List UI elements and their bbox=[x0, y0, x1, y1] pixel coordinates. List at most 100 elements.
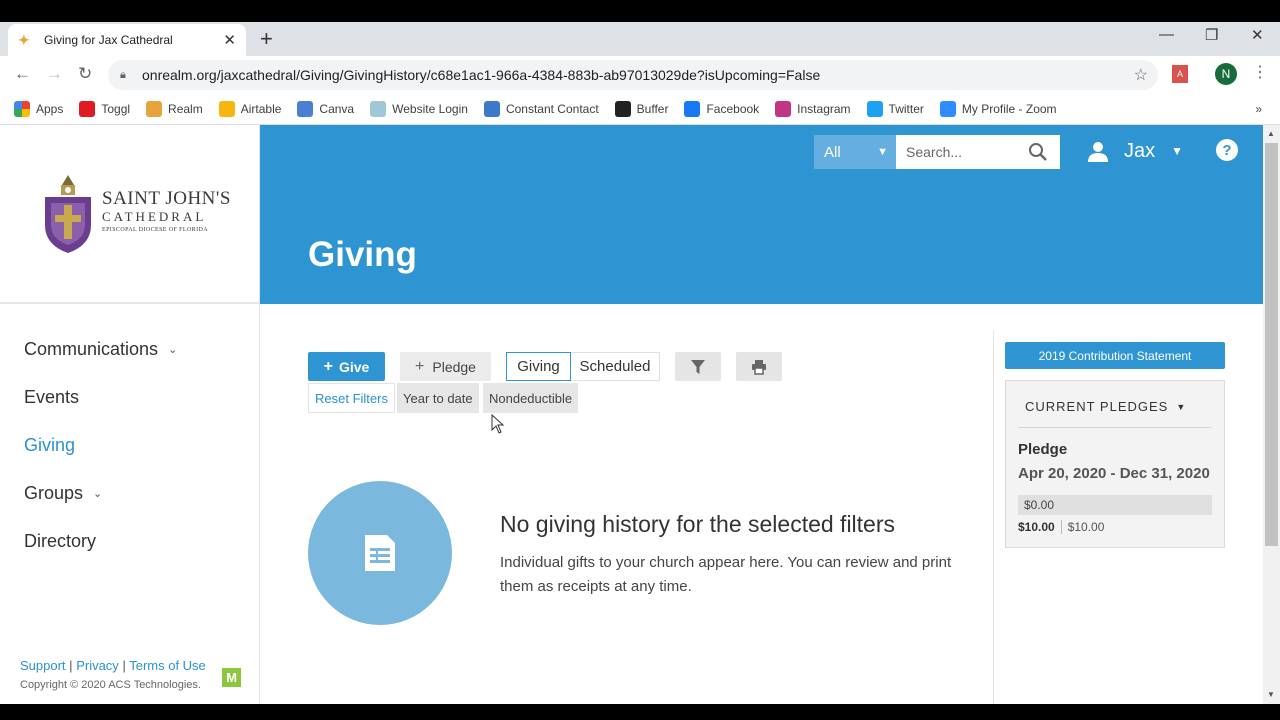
page-title: Giving bbox=[308, 235, 417, 274]
logo-line-2: CATHEDRAL bbox=[102, 209, 207, 224]
privacy-link[interactable]: Privacy bbox=[76, 658, 119, 673]
view-toggle: Giving Scheduled bbox=[506, 352, 660, 381]
minimize-icon[interactable]: — bbox=[1159, 26, 1174, 43]
chevron-down-icon: ▼ bbox=[877, 146, 888, 158]
buffer-icon bbox=[614, 101, 631, 117]
pledge-given-amount: $0.00 bbox=[1024, 498, 1055, 512]
church-logo[interactable]: SAINT JOHN'S CATHEDRAL EPISCOPAL DIOCESE… bbox=[0, 125, 260, 304]
chevron-down-icon: ▼ bbox=[1171, 144, 1184, 158]
bookmark-realm[interactable]: Realm bbox=[146, 101, 203, 117]
help-icon[interactable]: ? bbox=[1216, 139, 1238, 161]
footer-separator: | bbox=[69, 658, 73, 673]
restore-icon[interactable]: ❐ bbox=[1205, 26, 1218, 44]
footer-separator: | bbox=[122, 658, 126, 673]
plus-icon: + bbox=[323, 357, 333, 375]
user-menu[interactable]: Jax ▼ bbox=[1086, 139, 1183, 163]
sidebar-nav: Communications ⌄ Events Giving Groups ⌄ Direct… bbox=[24, 325, 177, 565]
pledge-progress-bar: $0.00 bbox=[1018, 495, 1212, 515]
address-bar[interactable]: 🔒︎ onrealm.org/jaxcathedral/Giving/Givin… bbox=[108, 60, 1158, 90]
sidebar-item-label: Events bbox=[24, 386, 80, 407]
scroll-down-icon[interactable]: ▼ bbox=[1267, 690, 1275, 699]
filter-button[interactable] bbox=[675, 352, 721, 381]
scroll-thumb[interactable] bbox=[1265, 143, 1278, 546]
current-pledges-toggle[interactable]: CURRENT PLEDGES ▼ bbox=[1025, 399, 1186, 414]
profile-avatar[interactable]: N bbox=[1215, 63, 1237, 85]
current-pledges-title: CURRENT PLEDGES bbox=[1025, 399, 1169, 414]
new-tab-icon[interactable]: + bbox=[260, 26, 273, 52]
airtable-icon bbox=[218, 101, 235, 117]
print-button[interactable] bbox=[736, 352, 782, 381]
tab-close-icon[interactable]: ✕ bbox=[223, 31, 236, 49]
web-page: SAINT JOHN'S CATHEDRAL EPISCOPAL DIOCESE… bbox=[0, 125, 1280, 704]
toggl-icon bbox=[79, 101, 96, 117]
bookmark-website-login[interactable]: Website Login bbox=[370, 101, 468, 117]
contribution-statement-button[interactable]: 2019 Contribution Statement bbox=[1005, 342, 1225, 369]
search-scope-select[interactable]: All ▼ bbox=[814, 135, 896, 169]
sidebar-item-label: Directory bbox=[24, 530, 97, 551]
cathedral-crest-icon bbox=[45, 175, 91, 253]
bookmark-star-icon[interactable]: ☆ bbox=[1134, 65, 1148, 85]
window-close-icon[interactable]: ✕ bbox=[1251, 26, 1264, 44]
page-scrollbar[interactable]: ▲ ▼ bbox=[1263, 125, 1280, 704]
bookmark-constant-contact[interactable]: Constant Contact bbox=[483, 101, 599, 117]
filter-icon bbox=[691, 359, 705, 374]
terms-link[interactable]: Terms of Use bbox=[129, 658, 206, 673]
tab-scheduled[interactable]: Scheduled bbox=[571, 352, 660, 381]
tab-strip: ✦ Giving for Jax Cathedral ✕ + — ❐ ✕ bbox=[0, 22, 1280, 56]
bookmark-label: Buffer bbox=[636, 102, 669, 116]
filter-chip-nondeductible[interactable]: Nondeductible bbox=[483, 383, 579, 413]
pledge-button[interactable]: + Pledge bbox=[400, 352, 491, 381]
chevron-down-icon: ⌄ bbox=[93, 487, 103, 500]
sidebar-item-events[interactable]: Events bbox=[24, 373, 177, 421]
reload-icon[interactable]: ↻ bbox=[78, 64, 92, 84]
bookmark-label: Facebook bbox=[706, 102, 760, 116]
sidebar-item-giving[interactable]: Giving bbox=[24, 421, 177, 469]
sidebar-item-directory[interactable]: Directory bbox=[24, 517, 177, 565]
instagram-icon bbox=[775, 101, 792, 117]
give-button[interactable]: + Give bbox=[308, 352, 385, 381]
bookmark-apps[interactable]: Apps bbox=[14, 101, 63, 117]
back-icon[interactable]: ← bbox=[14, 64, 31, 84]
bookmarks-overflow-icon[interactable]: » bbox=[1255, 102, 1262, 116]
search-scope-value: All bbox=[824, 143, 841, 161]
bookmark-label: Airtable bbox=[240, 102, 282, 116]
sidebar-item-communications[interactable]: Communications ⌄ bbox=[24, 325, 177, 373]
bookmarks-bar: Apps Toggl Realm Airtable Canva Website Login… bbox=[0, 94, 1280, 125]
search-icon[interactable] bbox=[1028, 142, 1048, 162]
bookmark-canva[interactable]: Canva bbox=[297, 101, 354, 117]
browser-tab[interactable]: ✦ Giving for Jax Cathedral ✕ bbox=[8, 24, 246, 56]
forward-icon[interactable]: → bbox=[46, 64, 63, 84]
filter-chip-year[interactable]: Year to date bbox=[397, 383, 479, 413]
scroll-up-icon[interactable]: ▲ bbox=[1267, 129, 1275, 138]
bookmark-airtable[interactable]: Airtable bbox=[218, 101, 282, 117]
tab-giving[interactable]: Giving bbox=[506, 352, 571, 381]
reset-filters-button[interactable]: Reset Filters bbox=[308, 383, 395, 413]
bookmark-buffer[interactable]: Buffer bbox=[614, 101, 669, 117]
copyright-text: Copyright © 2020 ACS Technologies. bbox=[20, 679, 201, 691]
realm-icon bbox=[146, 101, 163, 117]
url-text: onrealm.org/jaxcathedral/Giving/GivingHi… bbox=[142, 67, 821, 83]
bookmark-label: Canva bbox=[319, 102, 355, 116]
bookmark-toggl[interactable]: Toggl bbox=[79, 101, 130, 117]
pledge-button-label: Pledge bbox=[432, 358, 476, 375]
search-input[interactable]: Search... bbox=[896, 135, 1060, 169]
sidebar-item-label: Communications bbox=[24, 338, 159, 359]
bookmark-facebook[interactable]: Facebook bbox=[684, 101, 759, 117]
sidebar-item-groups[interactable]: Groups ⌄ bbox=[24, 469, 177, 517]
pdf-extension-icon[interactable]: A bbox=[1172, 65, 1188, 83]
pledge-dates: Apr 20, 2020 - Dec 31, 2020 bbox=[1018, 465, 1210, 482]
bookmark-my-profile-zoom[interactable]: My Profile - Zoom bbox=[939, 101, 1057, 117]
bookmark-instagram[interactable]: Instagram bbox=[775, 101, 851, 117]
footer-links: Support | Privacy | Terms of Use bbox=[20, 658, 206, 673]
sidebar: SAINT JOHN'S CATHEDRAL EPISCOPAL DIOCESE… bbox=[0, 125, 260, 704]
browser-chrome: ✦ Giving for Jax Cathedral ✕ + — ❐ ✕ ← →… bbox=[0, 22, 1280, 125]
bookmark-label: Twitter bbox=[888, 102, 924, 116]
browser-menu-icon[interactable]: ⋮ bbox=[1252, 62, 1268, 82]
logo-line-1: SAINT JOHN'S bbox=[102, 188, 231, 209]
sidebar-item-label: Groups bbox=[24, 482, 84, 503]
empty-state-description: Individual gifts to your church appear h… bbox=[500, 554, 952, 595]
pledge-name[interactable]: Pledge bbox=[1018, 441, 1067, 458]
bookmark-twitter[interactable]: Twitter bbox=[866, 101, 924, 117]
support-link[interactable]: Support bbox=[20, 658, 66, 673]
empty-state-illustration bbox=[308, 481, 452, 625]
